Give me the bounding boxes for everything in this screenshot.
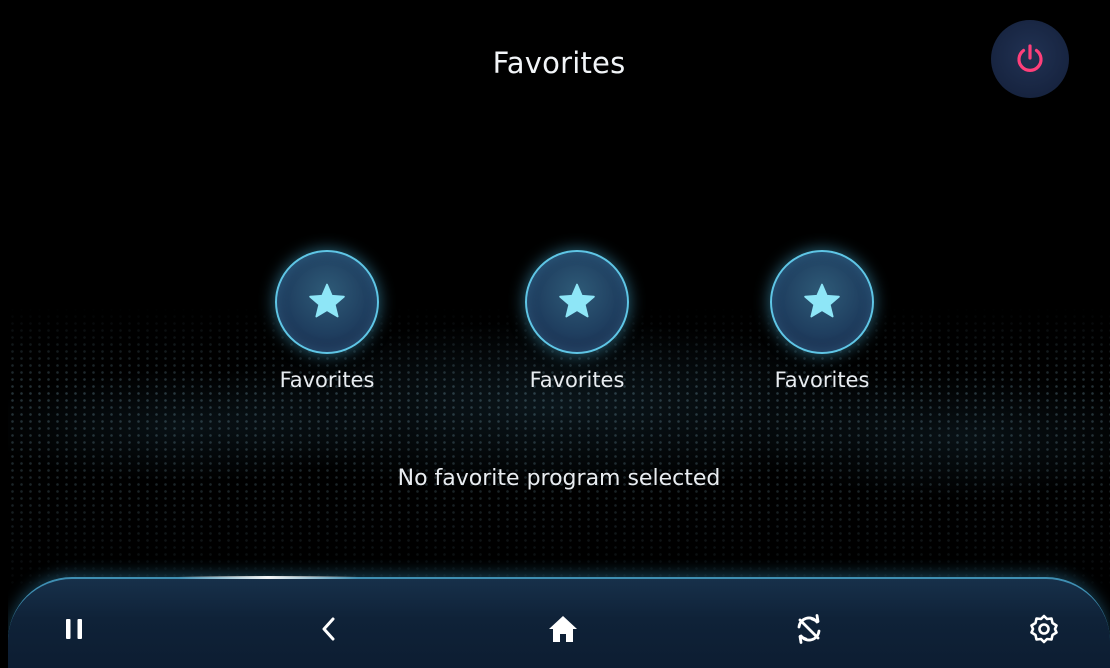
favorite-label-2: Favorites [529, 368, 625, 392]
favorite-button-2[interactable] [525, 250, 629, 354]
chevron-left-icon [322, 617, 335, 641]
pause-button[interactable] [52, 607, 96, 651]
favorite-label-3: Favorites [774, 368, 870, 392]
favorite-slot-1[interactable]: Favorites [247, 250, 407, 392]
page-title: Favorites [492, 46, 626, 80]
star-icon [309, 283, 345, 318]
status-message: No favorite program selected [397, 466, 721, 491]
favorite-button-3[interactable] [770, 250, 874, 354]
app-frame: Favorites Favorites Favorites Favorites … [8, 6, 1110, 668]
home-button[interactable] [541, 607, 585, 651]
favorite-label-1: Favorites [279, 368, 375, 392]
star-icon [804, 283, 840, 318]
pause-icon [66, 619, 82, 639]
gear-icon [1030, 614, 1058, 644]
favorite-slot-3[interactable]: Favorites [742, 250, 902, 392]
favorite-button-1[interactable] [275, 250, 379, 354]
back-button[interactable] [307, 607, 351, 651]
sync-button[interactable] [787, 607, 831, 651]
favorite-slot-2[interactable]: Favorites [497, 250, 657, 392]
navbar-highlight [178, 576, 358, 579]
power-icon [1017, 44, 1043, 72]
home-icon [549, 616, 577, 642]
bottom-navbar [8, 576, 1110, 668]
sync-icon [797, 614, 821, 644]
star-icon [559, 283, 595, 318]
settings-button[interactable] [1022, 607, 1066, 651]
power-button[interactable] [991, 20, 1069, 98]
screen: Favorites Favorites Favorites Favorites … [0, 0, 1110, 668]
